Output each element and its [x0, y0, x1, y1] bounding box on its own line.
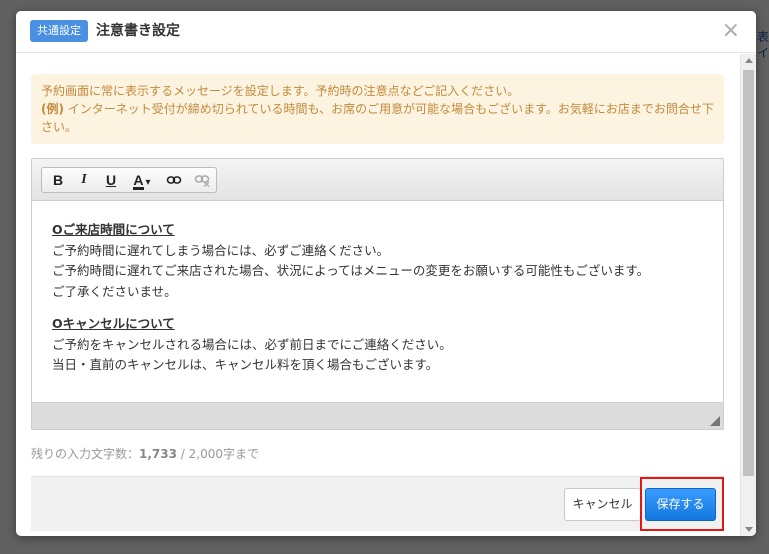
- content-line: ご予約をキャンセルされる場合には、必ず前日までにご連絡ください。: [52, 336, 452, 352]
- chevron-down-icon: ▾: [145, 177, 151, 188]
- content-line: ご予約時間に遅れてしまう場合には、必ずご連絡ください。: [52, 242, 390, 258]
- italic-button[interactable]: I: [72, 171, 96, 189]
- category-badge: 共通設定: [30, 20, 88, 42]
- example-text: インターネット受付が締め切られている時間も、お席のご用意が可能な場合もございます…: [41, 102, 714, 134]
- underline-button[interactable]: U: [99, 171, 123, 189]
- editor-statusbar: [32, 402, 723, 429]
- modal-footer: キャンセル 保存する: [31, 476, 724, 531]
- scroll-thumb[interactable]: [743, 70, 754, 476]
- font-color-icon: A: [133, 172, 144, 190]
- link-icon: [166, 176, 182, 184]
- notice-settings-modal: 共通設定 注意書き設定 × 予約画面に常に表示するメッセージを設定します。予約時…: [16, 11, 756, 536]
- unlink-icon: [194, 175, 210, 187]
- font-color-button[interactable]: A ▾: [126, 171, 158, 190]
- bold-button[interactable]: B: [46, 171, 70, 189]
- save-button[interactable]: 保存する: [645, 488, 716, 521]
- content-line: ご了承くださいませ。: [52, 283, 177, 299]
- editor-content[interactable]: Oご来店時間について ご予約時間に遅れてしまう場合には、必ずご連絡ください。 ご…: [32, 202, 723, 402]
- example-label: (例): [41, 102, 64, 116]
- modal-header: 共通設定 注意書き設定 ×: [16, 11, 756, 53]
- format-tool-group: B I U A ▾: [41, 167, 217, 193]
- editor-toolbar: B I U A ▾: [32, 159, 723, 201]
- content-line: 当日・直前のキャンセルは、キャンセル料を頂く場合もございます。: [52, 357, 439, 372]
- notice-line-1: 予約画面に常に表示するメッセージを設定します。予約時の注意点などご記入ください。: [41, 84, 520, 98]
- char-count-label: 残りの入力文字数：: [31, 447, 140, 461]
- notice-line-2: (例) インターネット受付が締め切られている時間も、お席のご用意が可能な場合もご…: [41, 100, 714, 136]
- link-button[interactable]: [162, 171, 186, 189]
- rich-text-editor: B I U A ▾ Oご来店時間について ご予約時間に遅れてしまう場合には、必ず…: [31, 158, 724, 430]
- scroll-down-icon[interactable]: [745, 527, 753, 532]
- cancel-button[interactable]: キャンセル: [564, 488, 641, 521]
- instruction-notice: 予約画面に常に表示するメッセージを設定します。予約時の注意点などご記入ください。…: [31, 74, 724, 144]
- char-count-limit: / 2,000字まで: [176, 447, 260, 461]
- section-heading: Oご来店時間について: [52, 222, 175, 237]
- close-icon[interactable]: ×: [722, 20, 740, 42]
- scroll-up-icon[interactable]: [745, 58, 753, 63]
- resize-handle-icon[interactable]: [710, 416, 720, 426]
- remaining-char-count: 残りの入力文字数：1,733 / 2,000字まで: [31, 446, 259, 462]
- modal-scrollbar[interactable]: [740, 54, 756, 536]
- modal-body: 予約画面に常に表示するメッセージを設定します。予約時の注意点などご記入ください。…: [16, 54, 756, 536]
- unlink-button[interactable]: [190, 171, 214, 189]
- content-line: ご予約時間に遅れてご来店された場合、状況によってはメニューの変更をお願いする可能…: [52, 263, 650, 278]
- modal-title: 注意書き設定: [96, 23, 180, 39]
- char-count-remaining: 1,733: [139, 447, 177, 461]
- section-heading: Oキャンセルについて: [52, 316, 175, 331]
